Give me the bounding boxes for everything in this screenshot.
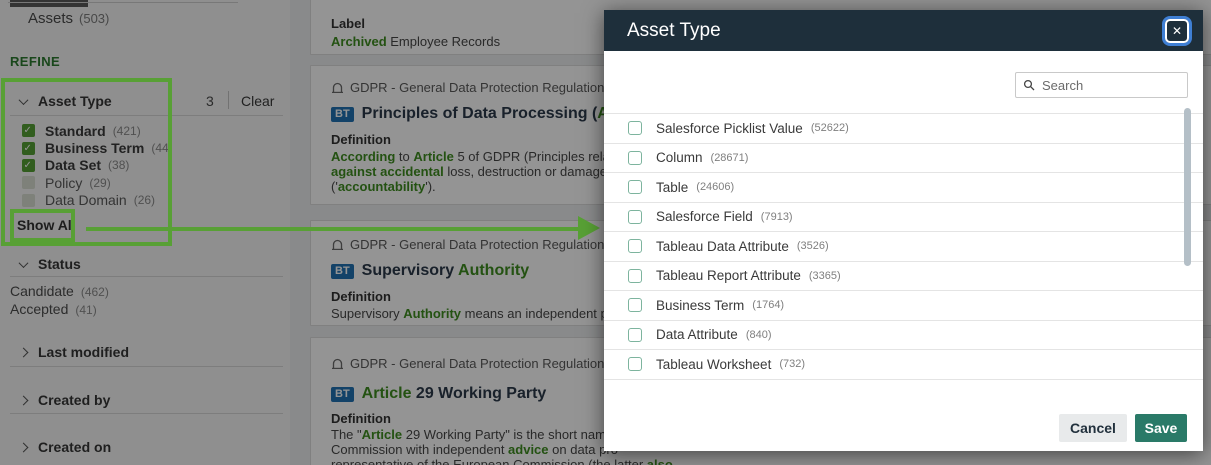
asset-type-count: (840) (746, 329, 772, 341)
annotation-arrow-line (86, 227, 580, 231)
annotation-showall-box (10, 209, 75, 242)
search-input[interactable] (1015, 72, 1188, 98)
asset-type-name: Table (656, 180, 688, 195)
asset-type-name: Data Attribute (656, 327, 738, 342)
asset-type-count: (24606) (696, 181, 734, 193)
checkbox-icon[interactable] (628, 151, 642, 165)
scrollbar[interactable] (1184, 108, 1191, 266)
asset-type-count: (3526) (797, 240, 829, 252)
asset-type-name: Salesforce Picklist Value (656, 121, 803, 136)
checkbox-icon[interactable] (628, 328, 642, 342)
asset-type-row[interactable]: Salesforce Field (7913) (604, 203, 1203, 233)
asset-type-row[interactable]: Data Attribute (840) (604, 321, 1203, 351)
checkbox-icon[interactable] (628, 298, 642, 312)
asset-type-row[interactable]: Table (24606) (604, 173, 1203, 203)
asset-type-list: Salesforce Picklist Value (52622) Column… (604, 113, 1203, 380)
checkbox-icon[interactable] (628, 121, 642, 135)
close-button[interactable]: ✕ (1165, 19, 1189, 43)
asset-type-name: Column (656, 150, 703, 165)
annotation-arrow-head-icon (578, 216, 600, 240)
asset-type-row[interactable]: Tableau Worksheet (732) (604, 350, 1203, 380)
app-screen: Assets(503) REFINE Asset Type 3 Clear ✓ … (0, 0, 1211, 465)
modal-title: Asset Type (627, 20, 721, 42)
asset-type-count: (28671) (711, 152, 749, 164)
asset-type-count: (3365) (809, 270, 841, 282)
asset-type-row[interactable]: Tableau Data Attribute (3526) (604, 232, 1203, 262)
asset-type-count: (52622) (811, 122, 849, 134)
asset-type-count: (1764) (752, 299, 784, 311)
close-icon: ✕ (1172, 24, 1182, 38)
save-button[interactable]: Save (1135, 414, 1187, 442)
search-box (1015, 72, 1188, 98)
cancel-button[interactable]: Cancel (1059, 414, 1127, 442)
asset-type-row[interactable]: Tableau Report Attribute (3365) (604, 262, 1203, 292)
asset-type-name: Tableau Worksheet (656, 357, 771, 372)
asset-type-row[interactable]: Salesforce Picklist Value (52622) (604, 114, 1203, 144)
checkbox-icon[interactable] (628, 269, 642, 283)
modal-header: Asset Type ✕ (604, 10, 1203, 51)
checkbox-icon[interactable] (628, 180, 642, 194)
checkbox-icon[interactable] (628, 239, 642, 253)
asset-type-count: (732) (779, 358, 805, 370)
asset-type-count: (7913) (761, 211, 793, 223)
asset-type-name: Tableau Data Attribute (656, 239, 789, 254)
asset-type-name: Salesforce Field (656, 209, 753, 224)
checkbox-icon[interactable] (628, 357, 642, 371)
search-icon (1023, 79, 1035, 91)
asset-type-name: Business Term (656, 298, 744, 313)
asset-type-row[interactable]: Column (28671) (604, 144, 1203, 174)
asset-type-row[interactable]: Business Term (1764) (604, 291, 1203, 321)
checkbox-icon[interactable] (628, 210, 642, 224)
asset-type-name: Tableau Report Attribute (656, 268, 801, 283)
asset-type-modal: Asset Type ✕ Salesforce Picklist Value (… (604, 10, 1203, 451)
